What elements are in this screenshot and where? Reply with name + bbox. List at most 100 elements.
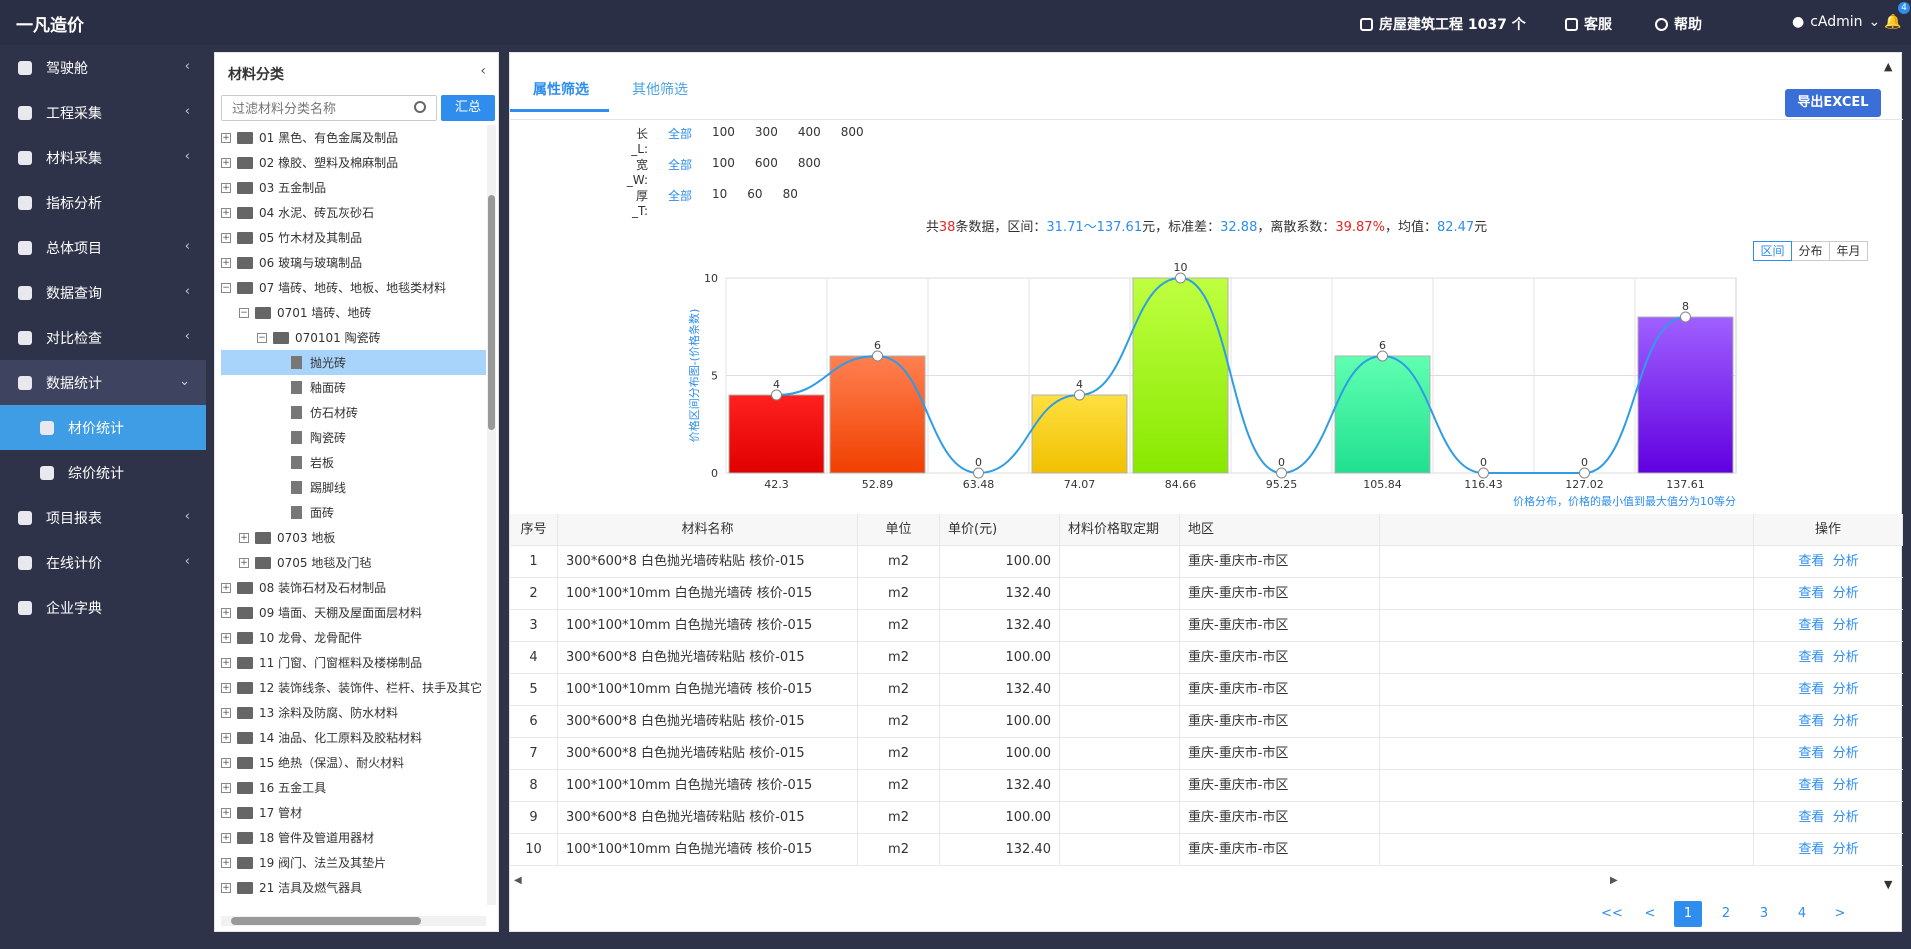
- data-point[interactable]: [1074, 389, 1085, 401]
- expand-toggle-icon[interactable]: +: [221, 257, 231, 268]
- tree-node[interactable]: +11 门窗、门窗框料及楼梯制品: [221, 650, 486, 675]
- tree-node[interactable]: +18 管件及管道用器材: [221, 825, 486, 850]
- tree-node[interactable]: +12 装饰线条、装饰件、栏杆、扶手及其它: [221, 675, 486, 700]
- expand-toggle-icon[interactable]: +: [221, 607, 231, 618]
- search-icon[interactable]: [414, 101, 426, 113]
- tree-node[interactable]: +09 墙面、天棚及屋面面层材料: [221, 600, 486, 625]
- scroll-left-arrow[interactable]: ◀: [514, 875, 522, 886]
- tree-node[interactable]: +19 阀门、法兰及其垫片: [221, 850, 486, 875]
- tree-node[interactable]: +08 装饰石材及石材制品: [221, 575, 486, 600]
- view-button[interactable]: 区间: [1753, 241, 1792, 261]
- data-point[interactable]: [1276, 467, 1287, 479]
- table-row[interactable]: 2 100*100*10mm 白色抛光墙砖 核价-015 m2 132.40 重庆-重庆…: [510, 577, 1903, 610]
- tree-node[interactable]: +15 绝热（保温）、耐火材料: [221, 750, 486, 775]
- analyze-link[interactable]: 分析: [1833, 810, 1859, 825]
- table-row[interactable]: 6 300*600*8 白色抛光墙砖粘贴 核价-015 m2 100.00 重庆-重庆市…: [510, 705, 1903, 738]
- tree-node[interactable]: +14 油品、化工原料及胶粘材料: [221, 725, 486, 750]
- data-point[interactable]: [973, 467, 984, 479]
- expand-toggle-icon[interactable]: +: [221, 782, 231, 793]
- page-button[interactable]: 2: [1712, 901, 1740, 927]
- tab-attribute-filter[interactable]: 属性筛选: [533, 79, 589, 99]
- project-count[interactable]: 房屋建筑工程 1037 个: [1360, 14, 1526, 34]
- filter-option[interactable]: 800: [841, 125, 864, 156]
- tree-node[interactable]: +06 玻璃与玻璃制品: [221, 250, 486, 275]
- expand-toggle-icon[interactable]: +: [221, 807, 231, 818]
- tree-vertical-scrollbar[interactable]: [487, 125, 496, 905]
- page-button[interactable]: 3: [1750, 901, 1778, 927]
- app-brand[interactable]: 一凡造价: [16, 11, 84, 36]
- tree-node[interactable]: +0705 地毯及门毡: [221, 550, 486, 575]
- filter-all[interactable]: 全部: [668, 187, 692, 218]
- tree-node[interactable]: −070101 陶瓷砖: [221, 325, 486, 350]
- table-row[interactable]: 4 300*600*8 白色抛光墙砖粘贴 核价-015 m2 100.00 重庆-重庆市…: [510, 641, 1903, 674]
- table-row[interactable]: 8 100*100*10mm 白色抛光墙砖 核价-015 m2 132.40 重庆-重庆…: [510, 769, 1903, 802]
- sidebar-item-3[interactable]: 指标分析: [0, 180, 206, 225]
- filter-all[interactable]: 全部: [668, 156, 692, 187]
- column-header[interactable]: 材料名称: [558, 513, 858, 546]
- filter-option[interactable]: 100: [712, 125, 735, 156]
- view-link[interactable]: 查看: [1798, 746, 1824, 761]
- data-point[interactable]: [1175, 272, 1186, 284]
- page-button[interactable]: >: [1826, 901, 1854, 927]
- table-row[interactable]: 10 100*100*10mm 白色抛光墙砖 核价-015 m2 132.40 重庆-重…: [510, 833, 1903, 866]
- page-button[interactable]: <<: [1598, 901, 1626, 927]
- tree-node[interactable]: +13 涂料及防腐、防水材料: [221, 700, 486, 725]
- data-point[interactable]: [872, 350, 883, 362]
- tree-horizontal-scrollbar[interactable]: [221, 916, 486, 926]
- scrollbar-thumb[interactable]: [231, 917, 421, 925]
- tree-node[interactable]: +17 管材: [221, 800, 486, 825]
- bar[interactable]: [1031, 394, 1128, 474]
- sidebar-item-10[interactable]: 项目报表 ‹: [0, 495, 206, 540]
- tree-node[interactable]: +02 橡胶、塑料及棉麻制品: [221, 150, 486, 175]
- table-row[interactable]: 1 300*600*8 白色抛光墙砖粘贴 核价-015 m2 100.00 重庆-重庆市…: [510, 545, 1903, 578]
- column-header[interactable]: 单价(元): [940, 513, 1060, 546]
- tree-node[interactable]: 踢脚线: [221, 475, 486, 500]
- expand-toggle-icon[interactable]: +: [221, 682, 231, 693]
- expand-toggle-icon[interactable]: +: [221, 707, 231, 718]
- analyze-link[interactable]: 分析: [1833, 554, 1859, 569]
- page-button[interactable]: <: [1636, 901, 1664, 927]
- analyze-link[interactable]: 分析: [1833, 746, 1859, 761]
- expand-toggle-icon[interactable]: +: [239, 532, 249, 543]
- filter-option[interactable]: 600: [755, 156, 778, 187]
- expand-toggle-icon[interactable]: +: [221, 757, 231, 768]
- scroll-up-arrow[interactable]: ▲: [1884, 60, 1892, 73]
- expand-toggle-icon[interactable]: +: [221, 632, 231, 643]
- notification-bell[interactable]: 🔔: [1884, 14, 1901, 30]
- scrollbar-thumb[interactable]: [488, 195, 495, 430]
- expand-toggle-icon[interactable]: +: [221, 232, 231, 243]
- expand-toggle-icon[interactable]: −: [257, 332, 267, 343]
- sidebar-item-8[interactable]: 材价统计: [0, 405, 206, 450]
- table-row[interactable]: 3 100*100*10mm 白色抛光墙砖 核价-015 m2 132.40 重庆-重庆…: [510, 609, 1903, 642]
- view-link[interactable]: 查看: [1798, 618, 1824, 633]
- view-link[interactable]: 查看: [1798, 842, 1824, 857]
- view-link[interactable]: 查看: [1798, 650, 1824, 665]
- expand-toggle-icon[interactable]: +: [221, 832, 231, 843]
- bar[interactable]: [728, 394, 825, 474]
- tree-node[interactable]: +01 黑色、有色金属及制品: [221, 125, 486, 150]
- view-link[interactable]: 查看: [1798, 682, 1824, 697]
- data-point[interactable]: [1579, 467, 1590, 479]
- table-row[interactable]: 9 300*600*8 白色抛光墙砖粘贴 核价-015 m2 100.00 重庆-重庆市…: [510, 801, 1903, 834]
- export-excel-button[interactable]: 导出EXCEL: [1785, 89, 1881, 117]
- tree-node[interactable]: 抛光砖: [221, 350, 486, 375]
- filter-option[interactable]: 400: [798, 125, 821, 156]
- tree-node[interactable]: +16 五金工具: [221, 775, 486, 800]
- help-link[interactable]: 帮助: [1655, 14, 1702, 34]
- expand-toggle-icon[interactable]: −: [221, 282, 231, 293]
- analyze-link[interactable]: 分析: [1833, 618, 1859, 633]
- expand-toggle-icon[interactable]: −: [239, 307, 249, 318]
- view-button[interactable]: 年月: [1829, 241, 1868, 261]
- expand-toggle-icon[interactable]: +: [221, 857, 231, 868]
- scroll-right-arrow[interactable]: ▶: [1610, 875, 1618, 886]
- bar[interactable]: [1637, 316, 1734, 474]
- tree-node[interactable]: +0703 地板: [221, 525, 486, 550]
- expand-toggle-icon[interactable]: +: [221, 132, 231, 143]
- table-row[interactable]: 7 300*600*8 白色抛光墙砖粘贴 核价-015 m2 100.00 重庆-重庆市…: [510, 737, 1903, 770]
- chevron-left-icon[interactable]: ‹: [480, 63, 486, 79]
- sidebar-item-4[interactable]: 总体项目 ‹: [0, 225, 206, 270]
- tree-node[interactable]: +03 五金制品: [221, 175, 486, 200]
- sidebar-item-5[interactable]: 数据查询 ‹: [0, 270, 206, 315]
- view-link[interactable]: 查看: [1798, 554, 1824, 569]
- category-search-input[interactable]: [221, 95, 437, 121]
